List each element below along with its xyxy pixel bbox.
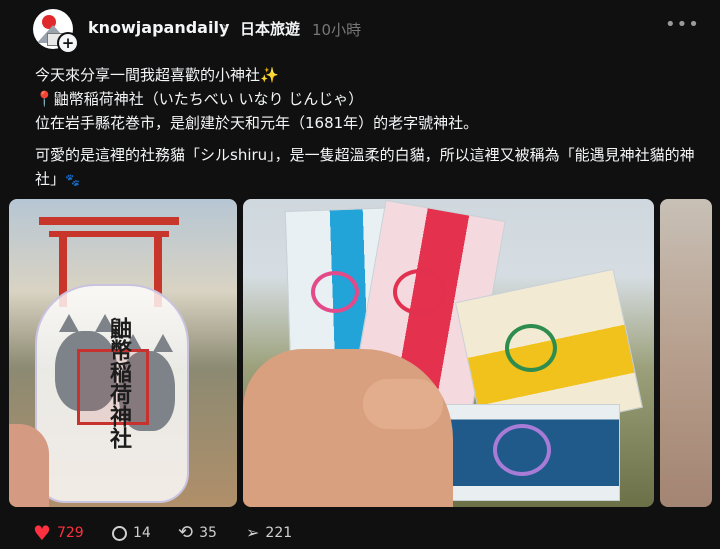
hand (9, 424, 49, 507)
comment-icon (112, 525, 127, 541)
repost-icon: ⟲ (178, 522, 194, 543)
plus-icon: + (59, 34, 77, 52)
torii-gate (39, 217, 179, 225)
like-count: 729 (56, 525, 84, 541)
post-image-3[interactable] (660, 199, 712, 507)
threads-post: + knowjapandaily › 日本旅遊 10小時 ••• 今天來分享一間… (0, 0, 720, 549)
topic-tag[interactable]: 日本旅遊 (240, 18, 300, 39)
post-time: 10小時 (312, 21, 362, 39)
post-line: 可愛的是這裡的社務貓「シルshiru」，是一隻超溫柔的白貓，所以這裡又被稱為「能… (35, 146, 695, 188)
repost-button[interactable]: ⟲ 35 (178, 523, 217, 543)
cat-ear (153, 334, 173, 352)
sparkles-icon: ✨ (260, 66, 279, 84)
thumb (363, 379, 443, 429)
more-icon[interactable]: ••• (665, 14, 700, 35)
chevron-right-icon: › (222, 19, 228, 35)
torii-beam (49, 231, 169, 237)
mizuhiki-knot (311, 271, 359, 313)
repost-count: 35 (199, 525, 217, 541)
share-count: 221 (265, 525, 293, 541)
reply-button[interactable]: 14 (112, 523, 151, 543)
shrine-calligraphy: 鼬幣稲荷神社 (106, 317, 132, 449)
pin-icon: 📍 (35, 90, 54, 108)
post-image-2[interactable] (243, 199, 654, 507)
post-line: 📍鼬幣稲荷神社（いたちべい いなり じんじゃ） (35, 90, 364, 108)
send-icon: ➢ (246, 523, 260, 542)
post-line: 位在岩手縣花巻市，是創建於天和元年（1681年）的老字號神社。 (35, 114, 479, 132)
reply-count: 14 (133, 525, 151, 541)
share-button[interactable]: ➢ 221 (246, 523, 292, 543)
post-image-1[interactable]: 鼬幣稲荷神社 (9, 199, 237, 507)
cat-ear (59, 314, 79, 332)
username[interactable]: knowjapandaily (88, 18, 229, 37)
post-line: 今天來分享一間我超喜歡的小神社✨ (35, 66, 279, 84)
post-body: 今天來分享一間我超喜歡的小神社✨ 📍鼬幣稲荷神社（いたちべい いなり じんじゃ）… (35, 63, 695, 192)
heart-icon: ♥ (33, 521, 51, 545)
like-button[interactable]: ♥ 729 (33, 523, 84, 543)
mizuhiki-knot (505, 324, 557, 372)
paws-icon: 🐾 (65, 173, 80, 187)
mizuhiki-knot (393, 269, 447, 315)
follow-plus-button[interactable]: + (57, 32, 79, 54)
mizuhiki-knot (493, 424, 551, 476)
